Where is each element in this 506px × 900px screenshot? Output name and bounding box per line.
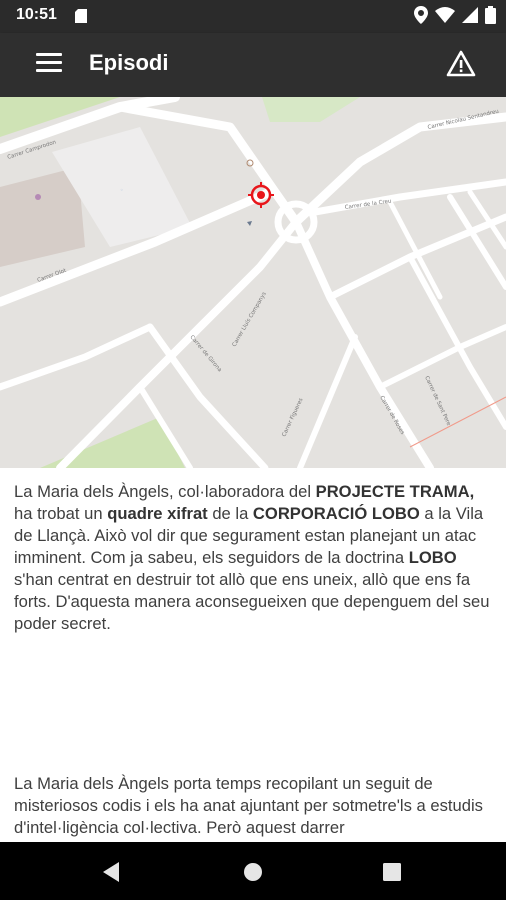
- map-view[interactable]: ◦ Carrer Camprodon Carrer Nicolau Sentan…: [0, 97, 506, 468]
- app-bar: Episodi: [0, 33, 506, 97]
- page-title: Episodi: [89, 50, 169, 75]
- location-icon: [414, 6, 428, 29]
- story-highlight: PROJECTE TRAMA,: [315, 482, 475, 501]
- story-highlight: CORPORACIÓ LOBO: [252, 504, 420, 523]
- back-triangle-icon[interactable]: [101, 861, 121, 888]
- story-text: La Maria dels Àngels, col·laboradora del…: [14, 481, 492, 635]
- story-text-run: ha trobat un: [14, 504, 108, 523]
- status-icons: [414, 6, 496, 29]
- system-nav-bar: [0, 842, 506, 900]
- story-highlight: LOBO: [408, 548, 457, 567]
- story-text-run: de la: [207, 504, 253, 523]
- home-circle-icon[interactable]: [243, 862, 263, 887]
- recents-square-icon[interactable]: [383, 863, 401, 886]
- status-bar: 10:51: [0, 0, 506, 33]
- hamburger-menu-icon[interactable]: [36, 53, 62, 75]
- story-paragraph-2: La Maria dels Àngels porta temps recopil…: [14, 774, 483, 837]
- signal-icon: [462, 7, 478, 28]
- story-paragraph-1: La Maria dels Àngels, col·laboradora del…: [14, 481, 492, 635]
- wifi-icon: [435, 7, 455, 28]
- story-highlight: quadre xifrat: [107, 504, 208, 523]
- story-text-run: s'han centrat en destruir tot allò que e…: [14, 570, 490, 633]
- battery-icon: [485, 6, 496, 29]
- story-text-run: La Maria dels Àngels, col·laboradora del: [14, 482, 316, 501]
- warning-triangle-icon[interactable]: [446, 50, 476, 78]
- status-time: 10:51: [16, 6, 57, 23]
- sd-card-icon: [75, 9, 87, 28]
- svg-text:◦: ◦: [120, 187, 124, 194]
